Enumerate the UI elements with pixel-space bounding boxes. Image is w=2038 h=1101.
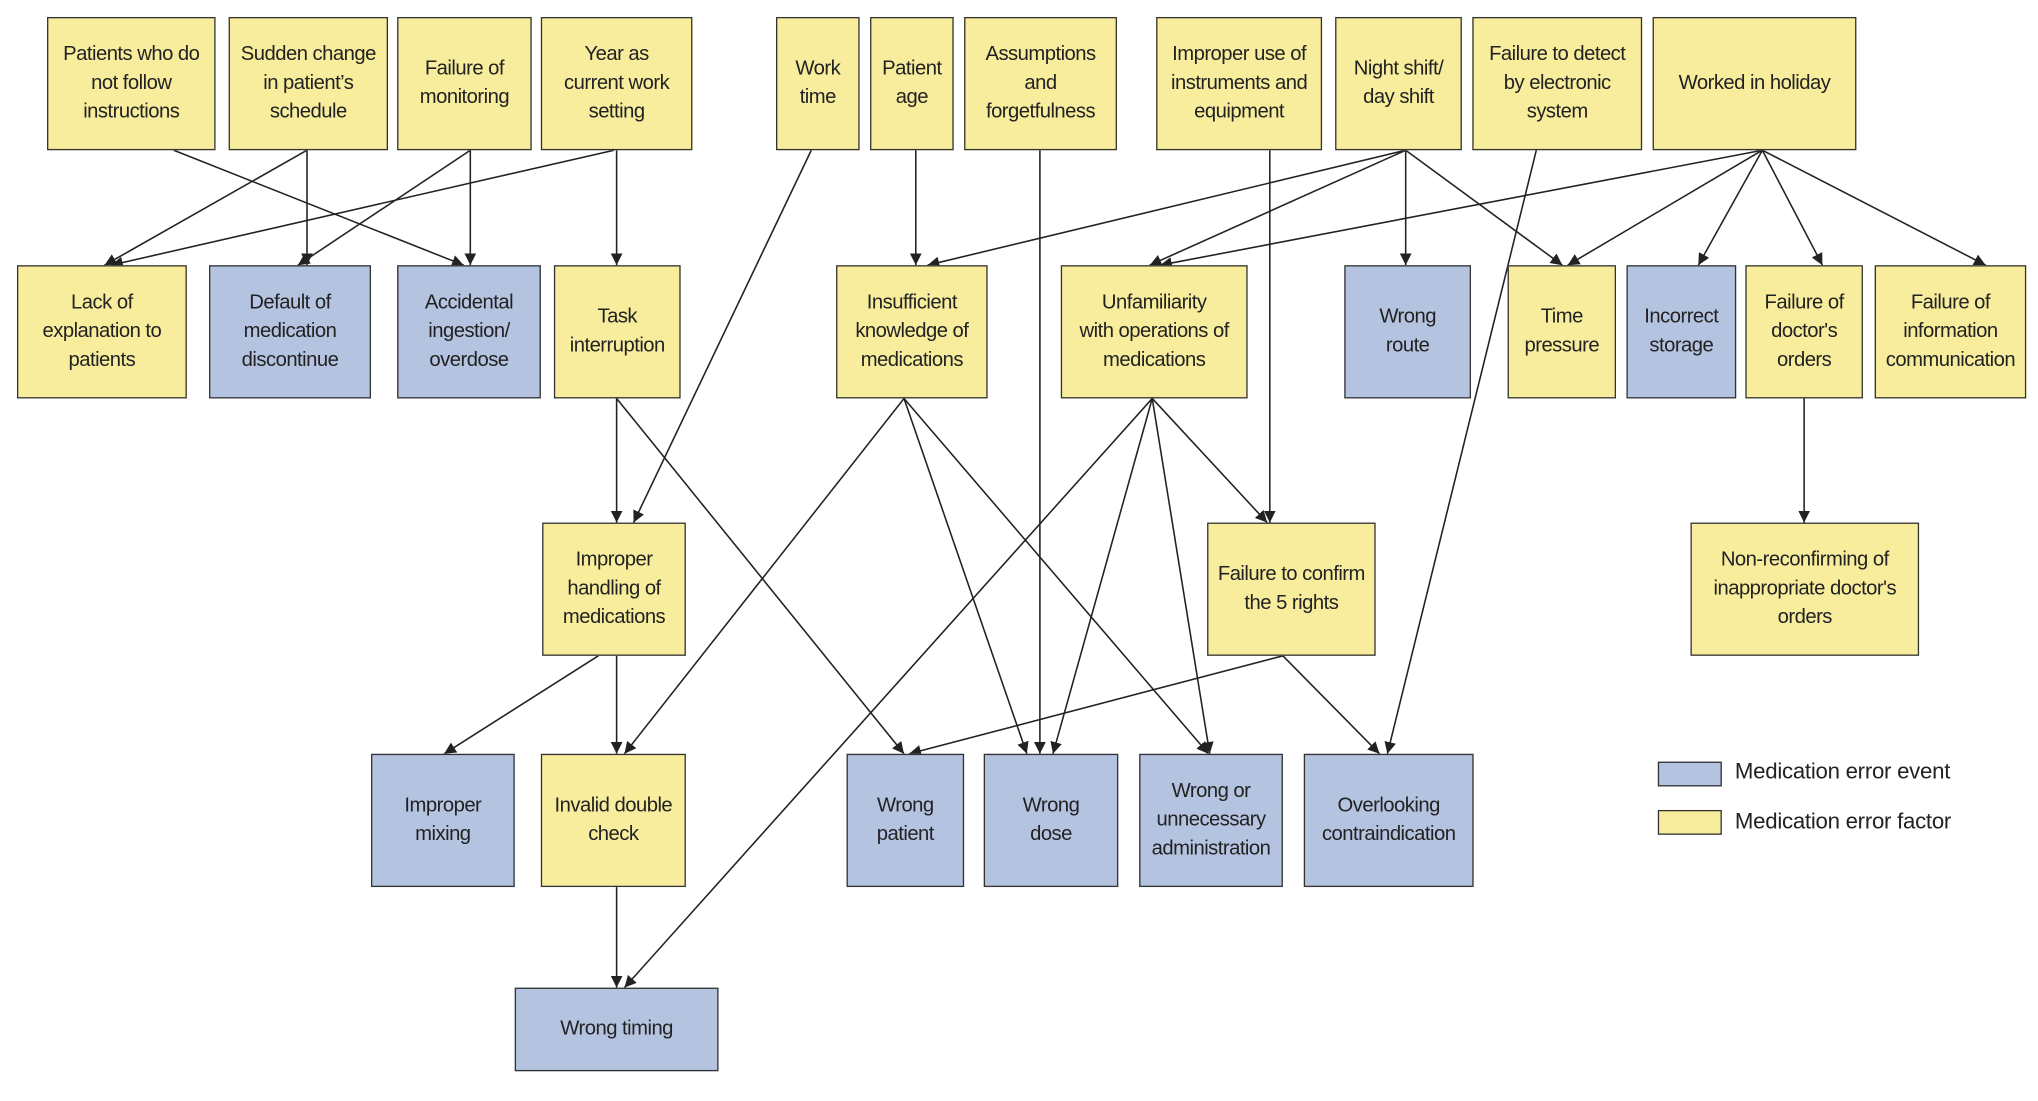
edge-arrow — [1697, 149, 1764, 266]
factor-node: Time pressure — [1507, 265, 1617, 399]
edge-arrow — [909, 655, 1284, 757]
event-node: Wrong route — [1344, 265, 1472, 399]
factor-node: Lack of explanation to patients — [16, 265, 187, 399]
factor-node: Improper handling of medications — [542, 522, 686, 656]
event-node: Wrong patient — [846, 753, 965, 888]
factor-node: Task interruption — [553, 265, 681, 399]
event-node: Overlooking contraindication — [1303, 753, 1474, 888]
factor-node: Patients who do not follow instructions — [47, 16, 216, 151]
edge-arrow — [297, 149, 471, 266]
factor-node: Improper use of instruments and equipmen… — [1156, 16, 1323, 151]
edge-arrow — [1149, 149, 1407, 266]
event-node: Wrong or unnecessary administration — [1139, 753, 1283, 888]
edge-arrow — [1405, 149, 1563, 266]
edge-arrow — [1761, 149, 1987, 266]
factor-node: Unfamiliarity with operations of medicat… — [1060, 265, 1248, 399]
factor-node: Sudden change in patient’s schedule — [228, 16, 389, 151]
factor-node: Failure of information communication — [1874, 265, 2027, 399]
legend-swatch-factor — [1657, 809, 1722, 835]
factor-node: Night shift/ day shift — [1335, 16, 1462, 151]
factor-node: Failure of monitoring — [397, 16, 532, 151]
event-node: Improper mixing — [371, 753, 515, 888]
event-node: Accidental ingestion/ overdose — [397, 265, 541, 399]
edge-arrow — [1567, 149, 1763, 266]
factor-node: Year as current work setting — [540, 16, 693, 151]
edge-arrow — [1050, 398, 1153, 755]
medication-error-diagram: Patients who do not follow instructions S… — [0, 0, 2038, 1101]
factor-node: Failure of doctor's orders — [1745, 265, 1863, 399]
event-node: Default of medication discontinue — [209, 265, 372, 399]
edge-arrow — [927, 149, 1406, 269]
legend-label-event: Medication error event — [1734, 759, 1951, 784]
factor-node: Failure to detect by electronic system — [1472, 16, 1643, 151]
factor-node: Invalid double check — [540, 753, 686, 888]
edge-arrow — [1282, 655, 1381, 755]
event-node: Wrong dose — [983, 753, 1119, 888]
factor-node: Worked in holiday — [1652, 16, 1857, 151]
edge-arrow — [903, 397, 1210, 755]
factor-node: Patient age — [870, 16, 954, 151]
event-node: Wrong timing — [514, 987, 719, 1072]
edge-arrow — [173, 149, 465, 267]
edge-arrow — [1384, 150, 1538, 754]
legend-label-factor: Medication error factor — [1734, 808, 1952, 834]
edge-arrow — [104, 149, 308, 266]
factor-node: Insufficient knowledge of medications — [836, 265, 988, 399]
factor-node: Non-reconfirming of inappropriate doctor… — [1690, 522, 1920, 656]
edge-arrow — [443, 655, 599, 755]
edge-arrow — [110, 149, 615, 269]
factor-node: Work time — [776, 16, 860, 151]
edge-arrow — [903, 398, 1029, 755]
legend-swatch-event — [1657, 761, 1722, 787]
edge-arrow — [1761, 149, 1824, 266]
event-node: Incorrect storage — [1626, 265, 1737, 399]
edge-arrow — [623, 397, 1153, 989]
factor-node: Assumptions and forgetfulness — [964, 16, 1117, 151]
edge-arrow — [1159, 149, 1763, 269]
factor-node: Failure to confirm the 5 rights — [1207, 522, 1376, 656]
